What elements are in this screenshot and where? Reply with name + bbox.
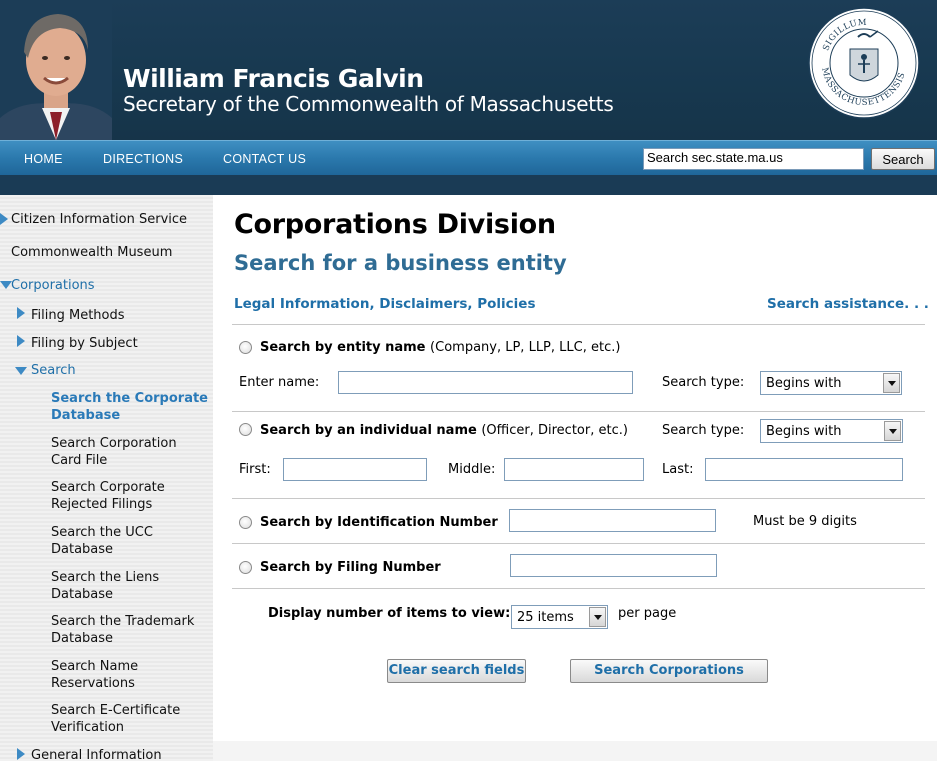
sidebar-item-corporations[interactable]: Corporations [11,277,95,294]
middle-name-input[interactable] [504,458,644,481]
filing-number-radio[interactable] [239,561,252,574]
sidebar-item-label: Rejected Filings [51,497,153,512]
sidebar-item-label: Search Name [51,659,139,674]
dropdown-arrow-icon[interactable] [884,421,901,441]
divider [232,498,925,499]
entity-name-input[interactable] [338,371,633,394]
sidebar: Citizen Information Service Commonwealth… [0,195,213,761]
search-corporations-button[interactable]: Search Corporations [570,659,768,683]
collapse-arrow-icon [15,367,27,375]
expand-arrow-icon [0,213,8,225]
sidebar-item-label: Search E-Certificate [51,703,181,718]
sidebar-item-label: Search the Liens [51,570,160,585]
sidebar-item-label: Card File [51,453,108,468]
sidebar-item-name-reservations[interactable]: Search Name Reservations [51,658,138,692]
items-per-page-select[interactable]: 25 items [511,605,608,629]
expand-arrow-icon [17,335,25,347]
sidebar-item-search[interactable]: Search [31,362,76,379]
sidebar-item-trademark-database[interactable]: Search the Trademark Database [51,613,194,647]
select-value: Begins with [766,376,842,391]
secretary-name: William Francis Galvin [123,64,424,93]
search-type-label: Search type: [662,423,745,438]
last-name-label: Last: [662,462,694,477]
option-title: Search by an individual name [260,423,477,438]
middle-name-label: Middle: [448,462,496,477]
option-title: Search by entity name [260,340,426,355]
sidebar-item-label: Search Corporation [51,436,177,451]
sidebar-item-card-file[interactable]: Search Corporation Card File [51,435,177,469]
divider [232,543,925,544]
select-value: 25 items [517,610,574,625]
individual-name-radio[interactable] [239,423,252,436]
sidebar-item-liens-database[interactable]: Search the Liens Database [51,569,159,603]
individual-name-option-label: Search by an individual name (Officer, D… [260,423,628,438]
divider [232,411,925,412]
massachusetts-seal-logo: SIGILLUM MASSACHUSETTENSIS [808,7,920,119]
enter-name-label: Enter name: [239,375,320,390]
sidebar-item-ecertificate[interactable]: Search E-Certificate Verification [51,702,180,736]
option-hint: (Company, LP, LLP, LLC, etc.) [430,340,621,355]
sidebar-item-label: Search the Corporate [51,391,208,406]
page-title: Corporations Division [234,209,556,240]
display-items-label: Display number of items to view: [268,606,511,621]
site-search-input[interactable]: Search sec.state.ma.us [643,148,864,170]
legal-info-link[interactable]: Legal Information, Disclaimers, Policies [234,296,536,312]
sidebar-item-label: Database [51,408,121,423]
id-number-note: Must be 9 digits [753,514,857,529]
sidebar-item-label: Search Corporate [51,480,165,495]
entity-search-type-select[interactable]: Begins with [760,371,902,395]
option-hint: (Officer, Director, etc.) [481,423,628,438]
filing-number-option-label: Search by Filing Number [260,560,441,575]
sidebar-item-label: Database [51,542,114,557]
clear-search-button[interactable]: Clear search fields [387,659,526,683]
secretary-title: Secretary of the Commonwealth of Massach… [123,92,614,116]
last-name-input[interactable] [705,458,903,481]
search-assistance-link[interactable]: Search assistance. . . [767,296,929,312]
footer-strip [213,741,937,761]
per-page-label: per page [618,606,677,621]
filing-number-input[interactable] [510,554,717,577]
dropdown-arrow-icon[interactable] [589,607,606,627]
divider [232,324,925,325]
sidebar-item-label: Search the Trademark [51,614,195,629]
secretary-portrait [0,0,112,140]
individual-search-type-select[interactable]: Begins with [760,419,903,443]
sidebar-item-label: Search the UCC [51,525,153,540]
id-number-input[interactable] [509,509,716,532]
id-number-option-label: Search by Identification Number [260,515,498,530]
sidebar-item-general-info[interactable]: General Information [31,747,162,761]
nav-home-link[interactable]: HOME [24,152,63,166]
sidebar-item-label: Database [51,631,114,646]
sidebar-item-label: Database [51,587,114,602]
sidebar-item-label: Verification [51,720,125,735]
sidebar-item-rejected-filings[interactable]: Search Corporate Rejected Filings [51,479,165,513]
sidebar-item-ucc-database[interactable]: Search the UCC Database [51,524,153,558]
first-name-label: First: [239,462,271,477]
expand-arrow-icon [17,307,25,319]
sidebar-item-museum[interactable]: Commonwealth Museum [11,244,172,261]
top-nav-bar: HOME DIRECTIONS CONTACT US Search sec.st… [0,140,937,175]
entity-name-radio[interactable] [239,341,252,354]
site-header: William Francis Galvin Secretary of the … [0,0,937,140]
sidebar-item-corporate-database[interactable]: Search the Corporate Database [51,390,208,424]
sidebar-item-label: Reservations [51,676,135,691]
select-value: Begins with [766,424,842,439]
nav-divider-band [0,175,937,195]
sidebar-item-citizen-info[interactable]: Citizen Information Service [11,211,187,228]
expand-arrow-icon [17,748,25,760]
search-type-label: Search type: [662,375,745,390]
id-number-radio[interactable] [239,516,252,529]
sidebar-item-filing-subject[interactable]: Filing by Subject [31,335,138,352]
nav-directions-link[interactable]: DIRECTIONS [103,152,183,166]
sidebar-item-filing-methods[interactable]: Filing Methods [31,307,125,324]
divider [232,588,925,589]
nav-contact-link[interactable]: CONTACT US [223,152,306,166]
dropdown-arrow-icon[interactable] [883,373,900,393]
page-subtitle: Search for a business entity [234,251,567,275]
first-name-input[interactable] [283,458,427,481]
entity-name-option-label: Search by entity name (Company, LP, LLP,… [260,340,620,355]
site-search-button[interactable]: Search [871,148,935,170]
